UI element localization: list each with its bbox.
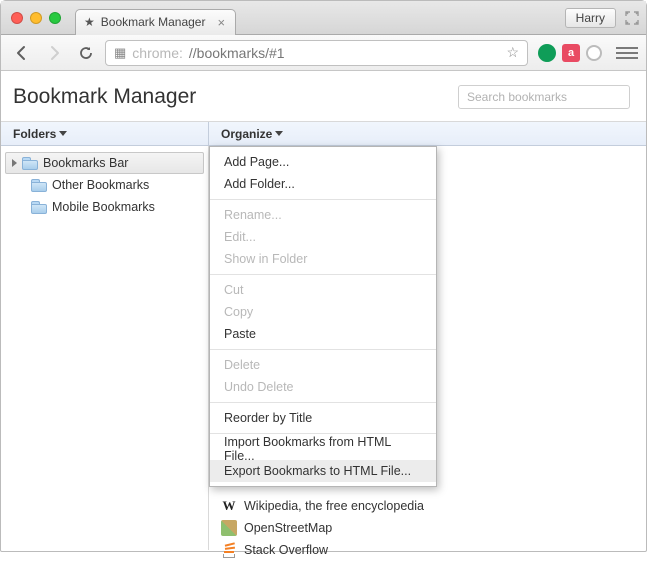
window-titlebar: ★ Bookmark Manager × Harry	[1, 1, 646, 35]
menu-separator	[210, 274, 436, 275]
bookmark-label: Wikipedia, the free encyclopedia	[244, 499, 424, 513]
forward-button[interactable]	[41, 40, 67, 66]
folder-icon	[22, 157, 38, 170]
menu-button[interactable]	[616, 47, 638, 59]
bookmark-row[interactable]: W Wikipedia, the free encyclopedia	[217, 495, 638, 517]
bookmark-row[interactable]: Stack Overflow	[217, 539, 638, 561]
menu-separator	[210, 199, 436, 200]
extension-icon[interactable]: a	[562, 44, 580, 62]
back-button[interactable]	[9, 40, 35, 66]
organize-context-menu: Add Page...Add Folder... Rename...Edit...…	[209, 146, 437, 487]
bookmark-label: OpenStreetMap	[244, 521, 332, 535]
search-input[interactable]	[458, 85, 630, 109]
tree-label: Mobile Bookmarks	[52, 200, 155, 214]
menu-item: Copy	[210, 301, 436, 323]
tab-title: Bookmark Manager	[101, 15, 206, 29]
tab-close-icon[interactable]: ×	[217, 15, 225, 30]
page-icon: ▦	[114, 45, 126, 61]
folders-column-header[interactable]: Folders	[1, 122, 209, 145]
tree-item-bookmarks-bar[interactable]: Bookmarks Bar	[5, 152, 204, 174]
traffic-lights	[11, 12, 61, 24]
hangouts-extension-icon[interactable]	[538, 44, 556, 62]
chevron-down-icon	[59, 131, 67, 136]
tree-label: Bookmarks Bar	[43, 156, 128, 170]
browser-toolbar: ▦ chrome: //bookmarks/#1 ☆ a	[1, 35, 646, 71]
folder-icon	[31, 179, 47, 192]
column-header: Folders Organize	[1, 122, 646, 146]
bookmark-row[interactable]: OpenStreetMap	[217, 517, 638, 539]
url-path: //bookmarks/#1	[189, 45, 285, 61]
extension-icons: a	[538, 44, 602, 62]
menu-item: Edit...	[210, 226, 436, 248]
fullscreen-icon[interactable]	[624, 10, 640, 26]
menu-item[interactable]: Reorder by Title	[210, 407, 436, 429]
folders-label: Folders	[13, 127, 56, 141]
menu-item: Rename...	[210, 204, 436, 226]
menu-item[interactable]: Import Bookmarks from HTML File...	[210, 438, 436, 460]
bookmark-star-icon: ★	[84, 15, 95, 29]
extension-icon[interactable]	[586, 45, 602, 61]
folder-icon	[31, 201, 47, 214]
page-title: Bookmark Manager	[13, 85, 196, 109]
tree-item-other-bookmarks[interactable]: Other Bookmarks	[5, 174, 204, 196]
browser-tab[interactable]: ★ Bookmark Manager ×	[75, 9, 236, 35]
tree-label: Other Bookmarks	[52, 178, 149, 192]
chevron-down-icon	[275, 131, 283, 136]
zoom-window-button[interactable]	[49, 12, 61, 24]
menu-item: Undo Delete	[210, 376, 436, 398]
organize-label: Organize	[221, 127, 272, 141]
tree-item-mobile-bookmarks[interactable]: Mobile Bookmarks	[5, 196, 204, 218]
menu-item: Show in Folder	[210, 248, 436, 270]
address-bar[interactable]: ▦ chrome: //bookmarks/#1 ☆	[105, 40, 528, 66]
wikipedia-favicon: W	[221, 498, 237, 514]
menu-item: Delete	[210, 354, 436, 376]
bookmark-label: Stack Overflow	[244, 543, 328, 557]
url-scheme: chrome:	[132, 45, 183, 61]
menu-separator	[210, 349, 436, 350]
menu-item[interactable]: Add Page...	[210, 151, 436, 173]
menu-item: Cut	[210, 279, 436, 301]
menu-item[interactable]: Export Bookmarks to HTML File...	[210, 460, 436, 482]
content-area: Bookmarks Bar Other Bookmarks Mobile Boo…	[1, 146, 646, 550]
menu-separator	[210, 433, 436, 434]
folder-tree: Bookmarks Bar Other Bookmarks Mobile Boo…	[1, 146, 209, 550]
organize-menu-button[interactable]: Organize	[209, 122, 283, 145]
profile-button[interactable]: Harry	[565, 8, 616, 28]
menu-item[interactable]: Add Folder...	[210, 173, 436, 195]
page-header: Bookmark Manager	[1, 71, 646, 122]
reload-button[interactable]	[73, 40, 99, 66]
stackoverflow-favicon	[221, 542, 237, 558]
minimize-window-button[interactable]	[30, 12, 42, 24]
bookmark-list: Add Page...Add Folder... Rename...Edit...…	[209, 146, 646, 550]
close-window-button[interactable]	[11, 12, 23, 24]
menu-item[interactable]: Paste	[210, 323, 436, 345]
disclosure-triangle-icon[interactable]	[12, 159, 17, 167]
osm-favicon	[221, 520, 237, 536]
bookmark-page-icon[interactable]: ☆	[506, 44, 519, 61]
menu-separator	[210, 402, 436, 403]
